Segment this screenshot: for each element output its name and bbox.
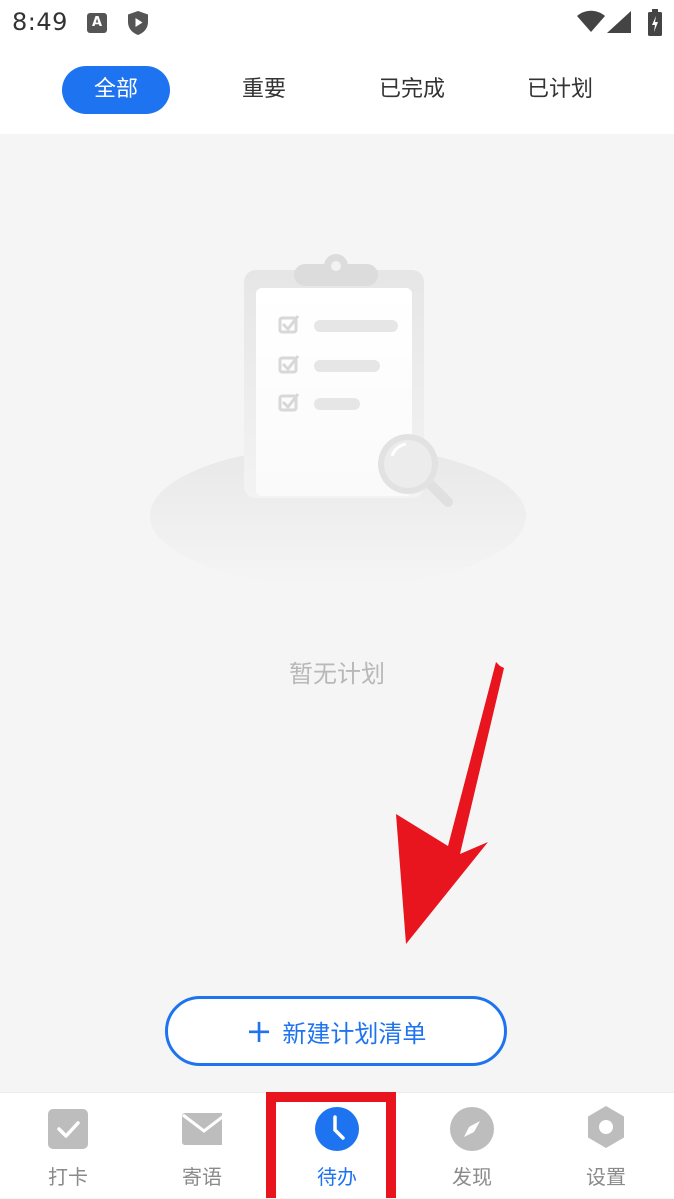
compass-icon: [450, 1107, 494, 1151]
main-content: 暂无计划 + 新建计划清单: [0, 134, 674, 1092]
nav-item-message[interactable]: 寄语: [142, 1093, 262, 1199]
status-time: 8:49: [12, 8, 68, 36]
empty-state-text: 暂无计划: [289, 660, 385, 688]
settings-hexagon-icon: [588, 1106, 624, 1148]
tab-important[interactable]: 重要: [214, 66, 314, 114]
new-plan-list-label: 新建计划清单: [282, 1019, 427, 1048]
clipboard-magnifier-illustration: [140, 254, 540, 598]
nav-label-settings: 设置: [586, 1165, 626, 1189]
status-bar: 8:49 A: [0, 0, 674, 48]
new-plan-list-button[interactable]: + 新建计划清单: [165, 996, 507, 1066]
nav-label-checkin: 打卡: [48, 1165, 88, 1189]
nav-label-discover: 发现: [452, 1165, 492, 1189]
signal-icon: [606, 10, 632, 38]
shield-icon: [126, 10, 150, 40]
checkbox-icon: [48, 1109, 88, 1149]
nav-item-discover[interactable]: 发现: [412, 1093, 532, 1199]
nav-label-message: 寄语: [182, 1165, 222, 1189]
annotation-arrow: [396, 662, 504, 944]
nav-item-checkin[interactable]: 打卡: [8, 1093, 128, 1199]
annotation-highlight-box: [266, 1092, 396, 1198]
wifi-icon: [576, 10, 606, 38]
tab-all[interactable]: 全部: [62, 66, 170, 114]
a-badge-icon: A: [87, 13, 107, 33]
battery-icon: [647, 9, 663, 41]
tab-completed[interactable]: 已完成: [362, 66, 462, 114]
filter-tabs: 全部 重要 已完成 已计划: [0, 48, 674, 134]
plus-icon: +: [245, 1012, 273, 1050]
envelope-icon: [182, 1113, 222, 1145]
tab-planned[interactable]: 已计划: [510, 66, 610, 114]
nav-item-settings[interactable]: 设置: [546, 1093, 666, 1199]
